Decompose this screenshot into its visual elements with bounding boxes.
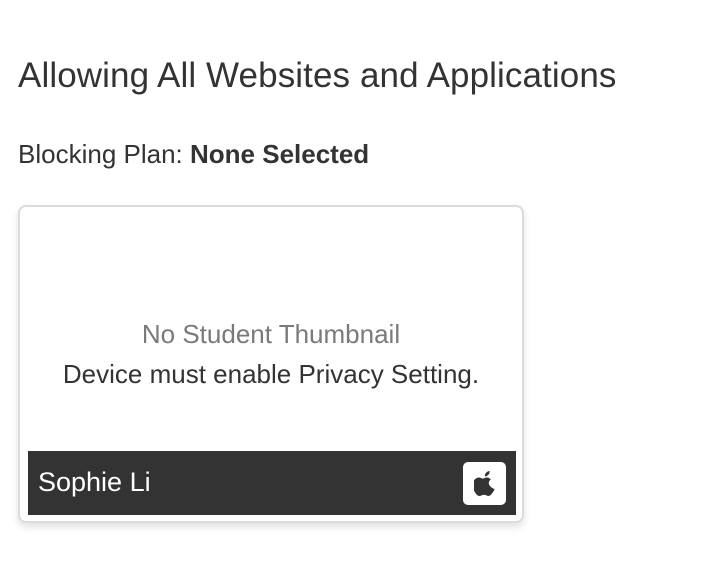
device-os-badge[interactable]: [463, 462, 506, 505]
privacy-setting-note: Device must enable Privacy Setting.: [62, 359, 480, 389]
blocking-plan: Blocking Plan: None Selected: [18, 139, 369, 170]
blocking-plan-label: Blocking Plan:: [18, 139, 183, 169]
page: Allowing All Websites and Applications B…: [0, 0, 712, 580]
blocking-plan-value: None Selected: [190, 139, 370, 169]
apple-icon: [473, 470, 495, 496]
student-thumbnail-placeholder: No Student Thumbnail Device must enable …: [20, 207, 522, 447]
student-name-bar: Sophie Li: [28, 451, 516, 515]
student-card[interactable]: No Student Thumbnail Device must enable …: [18, 205, 524, 523]
student-name: Sophie Li: [38, 467, 151, 497]
page-title: Allowing All Websites and Applications: [18, 56, 617, 95]
no-thumbnail-title: No Student Thumbnail: [141, 319, 401, 349]
